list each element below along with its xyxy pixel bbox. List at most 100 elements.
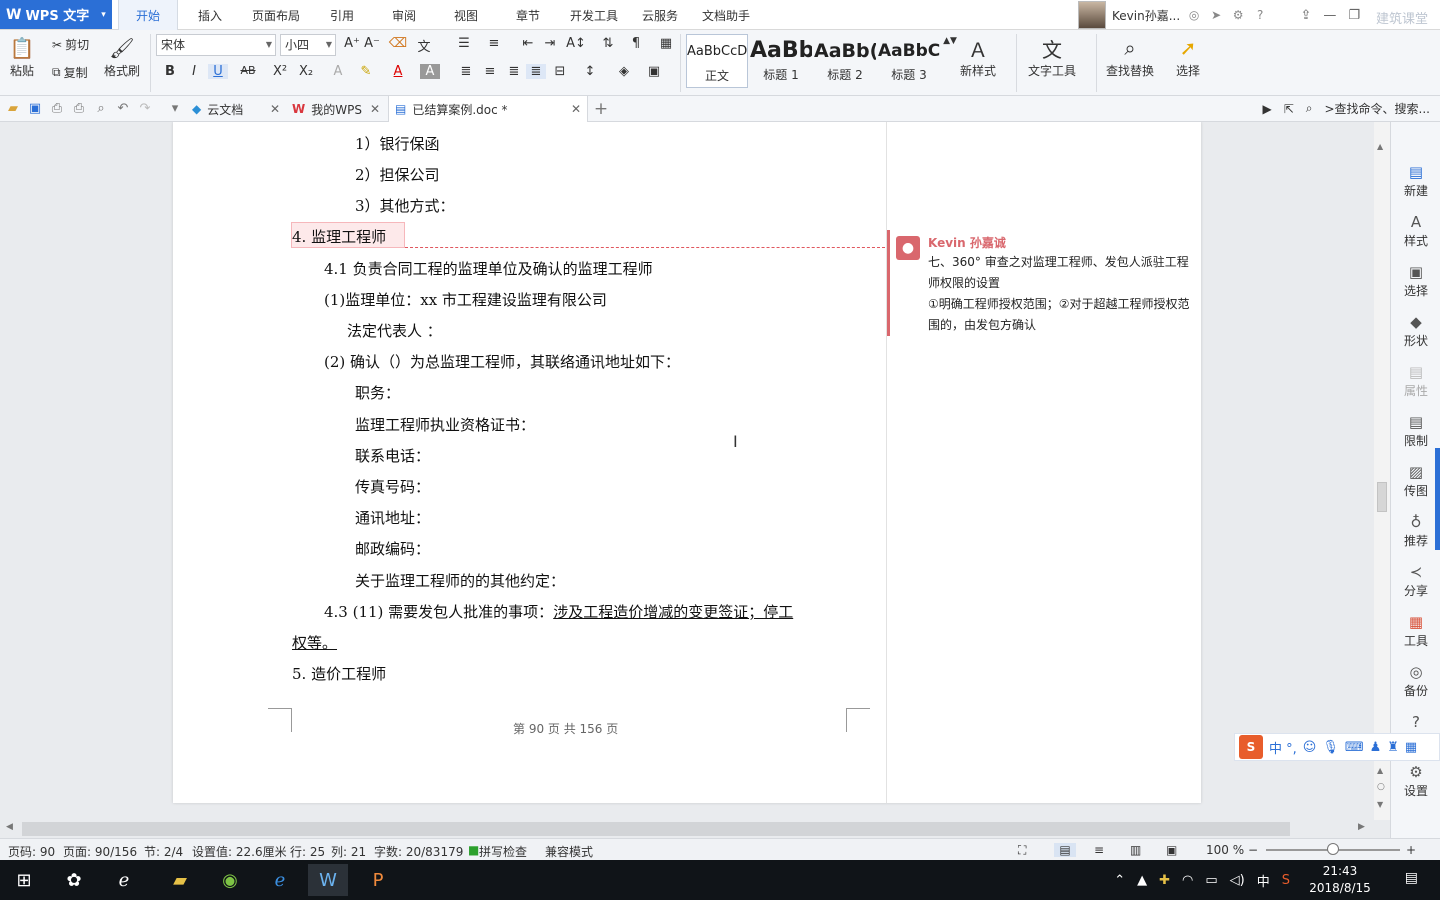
page-view-icon[interactable]: ▤: [1054, 843, 1076, 857]
paragraph-mark-icon[interactable]: ¶: [626, 36, 646, 51]
wps-writer-icon[interactable]: W: [308, 864, 348, 896]
italic-icon[interactable]: I: [184, 64, 204, 79]
send-icon[interactable]: ➤: [1208, 7, 1224, 23]
skin-icon[interactable]: ◎: [1186, 7, 1202, 23]
underline-icon[interactable]: U: [208, 64, 228, 79]
shading-icon[interactable]: ◈: [614, 64, 634, 79]
close-icon[interactable]: ✕: [571, 102, 581, 116]
zoom-in-icon[interactable]: +: [1406, 843, 1416, 857]
numbering-icon[interactable]: ≡: [484, 36, 504, 51]
status-page-code[interactable]: 页码: 90: [8, 843, 55, 860]
print-icon[interactable]: ⎙: [70, 100, 88, 118]
doc-line[interactable]: 关于监理工程师的的其他约定：: [355, 570, 565, 591]
doc-line[interactable]: 传真号码：: [355, 476, 430, 497]
doc-line[interactable]: 联系电话：: [355, 445, 430, 466]
command-search[interactable]: ▶ ⇱ ⌕ >查找命令、搜索...: [1262, 100, 1430, 117]
zoom-slider-handle[interactable]: [1327, 843, 1339, 855]
tab-my-wps[interactable]: W 我的WPS ✕: [286, 96, 386, 122]
status-col[interactable]: 列: 21: [331, 843, 366, 860]
font-name-select[interactable]: 宋体 ▼: [156, 34, 276, 56]
tab-review[interactable]: 审阅: [380, 0, 428, 30]
tab-cloud[interactable]: 云服务: [636, 0, 684, 30]
user-icon[interactable]: ♟: [1370, 740, 1382, 755]
wifi-icon[interactable]: ◠: [1182, 873, 1193, 888]
app-menu-button[interactable]: W WPS 文字 ▾: [0, 0, 112, 29]
help-icon[interactable]: ?: [1252, 7, 1268, 23]
cut-button[interactable]: ✂ 剪切: [52, 36, 89, 53]
tab-developer[interactable]: 开发工具: [562, 0, 626, 30]
doc-line[interactable]: 3）其他方式：: [355, 195, 455, 216]
find-replace-button[interactable]: ⌕ 查找替换: [1106, 34, 1154, 79]
doc-line[interactable]: 职务：: [355, 382, 400, 403]
status-setting[interactable]: 设置值: 22.6厘米: [192, 843, 287, 860]
keyboard-icon[interactable]: ⌨: [1345, 740, 1364, 755]
zoom-level[interactable]: 100 %: [1206, 843, 1244, 857]
wps-presentation-icon[interactable]: P: [358, 864, 398, 896]
emoji-icon[interactable]: ☺: [1303, 740, 1317, 755]
pane-styles[interactable]: A 样式: [1391, 212, 1440, 249]
status-spellcheck[interactable]: 拼写检查: [479, 843, 527, 860]
minimize-icon[interactable]: —: [1323, 8, 1336, 23]
reading-mode-icon[interactable]: ▣: [1166, 843, 1177, 857]
edge-icon[interactable]: ℯ: [260, 864, 300, 896]
highlight-icon[interactable]: ✎: [356, 64, 376, 79]
style-heading-1[interactable]: AaBb 标题 1: [750, 34, 812, 88]
pane-properties[interactable]: ▤ 属性: [1391, 362, 1440, 399]
doc-line[interactable]: 4.3 (11) 需要发包人批准的事项：涉及工程造价增减的变更签证；停工: [324, 601, 793, 622]
table-icon[interactable]: ▦: [656, 36, 676, 51]
close-icon[interactable]: ✕: [370, 102, 380, 116]
distributed-icon[interactable]: ⊟: [550, 64, 570, 79]
doc-heading[interactable]: 4. 监理工程师: [292, 226, 386, 247]
export-icon[interactable]: ⎙: [48, 100, 66, 118]
input-method[interactable]: 中: [1257, 871, 1270, 890]
char-scale-icon[interactable]: A↕: [566, 36, 586, 51]
app-launcher-icon[interactable]: ✿: [54, 864, 94, 896]
pane-help[interactable]: ?帮助: [1391, 712, 1440, 730]
status-page[interactable]: 页面: 90/156: [63, 843, 137, 860]
doc-line[interactable]: 1）银行保函: [355, 133, 440, 154]
copy-button[interactable]: ⧉ 复制: [52, 64, 88, 81]
doc-line[interactable]: 法定代表人 ：: [347, 320, 442, 341]
scroll-thumb[interactable]: [1377, 482, 1387, 512]
doc-line[interactable]: 监理工程师执业资格证书：: [355, 414, 535, 435]
status-row[interactable]: 行: 25: [290, 843, 325, 860]
doc-line[interactable]: (1)监理单位：xx 市工程建设监理有限公司: [324, 289, 607, 310]
undo-icon[interactable]: ↶: [114, 100, 132, 118]
tray-app-icon[interactable]: ✚: [1159, 873, 1170, 888]
start-icon[interactable]: ⊞: [4, 864, 44, 896]
scroll-right-icon[interactable]: ▶: [1358, 822, 1365, 832]
superscript-icon[interactable]: X²: [270, 64, 290, 79]
skin-icon[interactable]: ♜: [1387, 740, 1399, 755]
borders-icon[interactable]: ▣: [644, 64, 664, 79]
grid-icon[interactable]: ▦: [1405, 740, 1417, 755]
text-tools-button[interactable]: 文 文字工具: [1028, 34, 1076, 79]
pinyin-icon[interactable]: 文: [414, 36, 434, 55]
upload-icon[interactable]: ⇪: [1300, 8, 1311, 23]
user-name[interactable]: Kevin孙嘉...: [1112, 7, 1180, 24]
avatar[interactable]: [1078, 1, 1106, 29]
doc-line[interactable]: 邮政编码：: [355, 538, 430, 559]
pane-tools[interactable]: ▦ 工具: [1391, 612, 1440, 649]
open-folder-icon[interactable]: ▰: [4, 100, 22, 118]
comment-card[interactable]: ● Kevin 孙嘉诚 七、360° 审查之对监理工程师、发包人派驻工程师权限的…: [887, 230, 1197, 336]
next-page-icon[interactable]: ▼: [1377, 800, 1383, 809]
volume-icon[interactable]: ◁): [1230, 873, 1245, 888]
text-effect-icon[interactable]: A: [328, 64, 348, 79]
line-spacing-icon[interactable]: ↕: [580, 64, 600, 79]
bullets-icon[interactable]: ☰: [454, 36, 474, 51]
pane-share[interactable]: ≺ 分享: [1391, 562, 1440, 599]
comment-text[interactable]: 七、360° 审查之对监理工程师、发包人派驻工程师权限的设置 ①明确工程师授权范…: [928, 252, 1190, 336]
pane-new[interactable]: ▤ 新建: [1391, 162, 1440, 199]
chevron-down-icon[interactable]: ▾: [166, 100, 184, 118]
pane-settings[interactable]: ⚙ 设置: [1391, 762, 1440, 799]
pane-shapes[interactable]: ◆ 形状: [1391, 312, 1440, 349]
pane-restrict[interactable]: ▤ 限制: [1391, 412, 1440, 449]
zoom-out-icon[interactable]: −: [1248, 843, 1258, 857]
print-preview-icon[interactable]: ⌕: [92, 100, 110, 118]
ime-mode[interactable]: 中 °,: [1269, 738, 1297, 757]
settings-icon[interactable]: ⚙: [1230, 7, 1246, 23]
new-tab-icon[interactable]: +: [592, 100, 610, 118]
bold-icon[interactable]: B: [160, 64, 180, 79]
tab-current-document[interactable]: ▤ 已结算案例.doc * ✕: [388, 96, 588, 122]
doc-line[interactable]: 4.1 负责合同工程的监理单位及确认的监理工程师: [324, 258, 653, 279]
